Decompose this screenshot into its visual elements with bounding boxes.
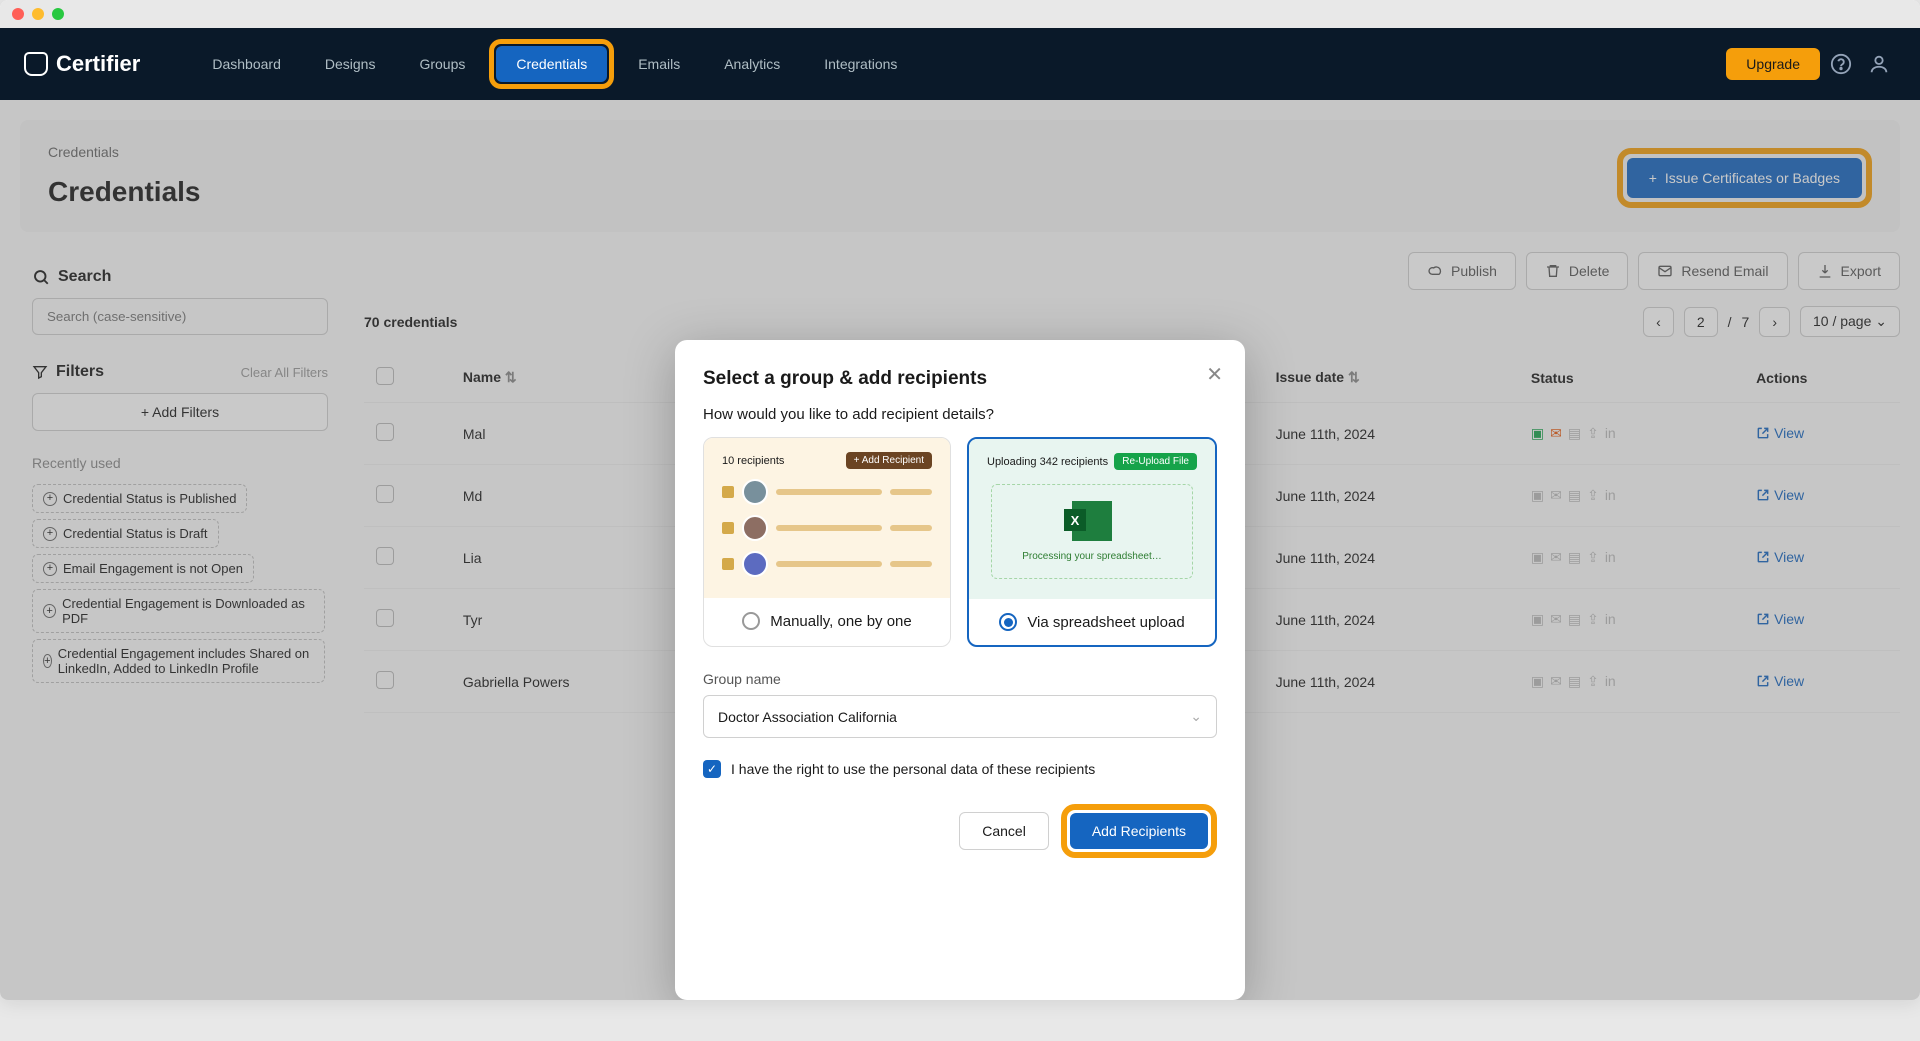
nav-emails[interactable]: Emails <box>618 46 700 82</box>
add-recipients-highlight: Add Recipients <box>1061 804 1217 858</box>
nav-analytics[interactable]: Analytics <box>704 46 800 82</box>
nav-designs[interactable]: Designs <box>305 46 396 82</box>
chevron-down-icon: ⌄ <box>1190 708 1202 725</box>
nav-credentials-highlight: Credentials <box>489 39 614 89</box>
upgrade-button[interactable]: Upgrade <box>1726 48 1820 80</box>
modal-subtitle: How would you like to add recipient deta… <box>703 406 1217 423</box>
consent-checkbox[interactable]: ✓ <box>703 760 721 778</box>
minimize-window-dot[interactable] <box>32 8 44 20</box>
sheet-preview: Uploading 342 recipientsRe-Upload File P… <box>969 439 1215 599</box>
group-name-label: Group name <box>703 671 1217 687</box>
group-name-select[interactable]: Doctor Association California ⌄ <box>703 695 1217 738</box>
consent-row[interactable]: ✓ I have the right to use the personal d… <box>703 760 1217 778</box>
nav-credentials[interactable]: Credentials <box>496 46 607 82</box>
maximize-window-dot[interactable] <box>52 8 64 20</box>
nav-integrations[interactable]: Integrations <box>804 46 917 82</box>
radio-icon <box>999 613 1017 631</box>
nav-groups[interactable]: Groups <box>399 46 485 82</box>
modal-overlay[interactable]: ✕ Select a group & add recipients How wo… <box>0 100 1920 1000</box>
close-icon[interactable]: ✕ <box>1206 362 1223 387</box>
help-icon[interactable] <box>1824 47 1858 81</box>
manual-preview: 10 recipients+ Add Recipient <box>704 438 950 598</box>
user-icon[interactable] <box>1862 47 1896 81</box>
window-titlebar <box>0 0 1920 28</box>
add-recipients-button[interactable]: Add Recipients <box>1070 813 1208 849</box>
cancel-button[interactable]: Cancel <box>959 812 1049 850</box>
app-name: Certifier <box>56 51 140 77</box>
logo-icon <box>24 52 48 76</box>
option-spreadsheet[interactable]: Uploading 342 recipientsRe-Upload File P… <box>967 437 1217 647</box>
excel-icon <box>1072 501 1112 541</box>
consent-label: I have the right to use the personal dat… <box>731 761 1095 777</box>
add-recipients-modal: ✕ Select a group & add recipients How wo… <box>675 340 1245 1000</box>
app-logo[interactable]: Certifier <box>24 51 140 77</box>
top-nav: Certifier Dashboard Designs Groups Crede… <box>0 28 1920 100</box>
option-manual[interactable]: 10 recipients+ Add Recipient Manually, o… <box>703 437 951 647</box>
close-window-dot[interactable] <box>12 8 24 20</box>
modal-title: Select a group & add recipients <box>703 368 1217 390</box>
nav-dashboard[interactable]: Dashboard <box>192 46 301 82</box>
radio-icon <box>742 612 760 630</box>
